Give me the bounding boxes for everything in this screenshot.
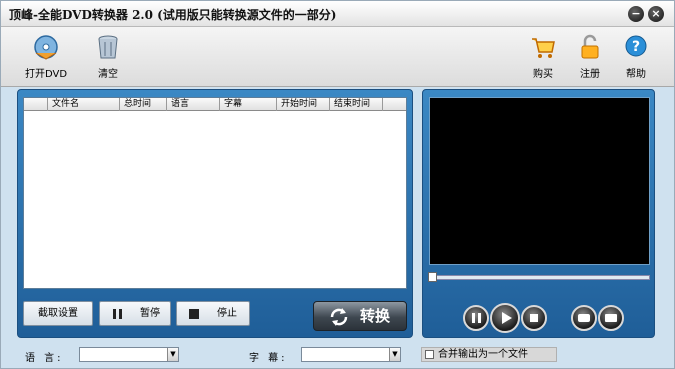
clear-button[interactable]: 清空	[83, 33, 133, 83]
help-label: 帮助	[626, 69, 646, 80]
register-button[interactable]: 注册	[565, 33, 615, 83]
app-window: 顶峰-全能DVD转换器 2.0 (试用版只能转换源文件的一部分) − × 打开D…	[0, 0, 675, 369]
column-header-language[interactable]: 语言	[167, 98, 220, 111]
close-icon[interactable]: ×	[648, 6, 664, 22]
column-header-duration[interactable]: 总时间	[120, 98, 167, 111]
column-header-filename[interactable]: 文件名	[48, 98, 120, 111]
stop-label: 停止	[217, 308, 237, 319]
file-list-header: 文件名 总时间 语言 字幕 开始时间 结束时间	[24, 98, 406, 111]
folder-icon	[605, 314, 617, 322]
player-play-button[interactable]	[490, 303, 520, 333]
chevron-down-icon[interactable]: ▼	[389, 348, 400, 361]
preview-panel	[422, 89, 655, 338]
buy-label: 购买	[533, 69, 553, 80]
column-header-subtitle[interactable]: 字幕	[220, 98, 277, 111]
toolbar: 打开DVD 清空 购买 注册 ? 帮助	[1, 27, 674, 87]
column-header-end-time[interactable]: 结束时间	[330, 98, 383, 111]
options-bar: 语 言: ▼ 字 幕: ▼ 合并输出为一个文件	[1, 341, 674, 369]
stop-icon	[530, 314, 538, 322]
player-stop-button[interactable]	[521, 305, 547, 331]
seek-bar[interactable]	[428, 272, 650, 282]
file-list[interactable]: 文件名 总时间 语言 字幕 开始时间 结束时间	[23, 97, 407, 289]
subtitle-label: 字 幕:	[249, 353, 288, 364]
register-label: 注册	[580, 69, 600, 80]
subtitle-select[interactable]: ▼	[301, 347, 401, 362]
lock-icon	[581, 34, 599, 59]
merge-checkbox[interactable]	[425, 350, 434, 359]
player-pause-button[interactable]	[463, 305, 489, 331]
refresh-icon	[330, 308, 348, 326]
pause-button[interactable]: 暂停	[99, 301, 171, 326]
minimize-icon[interactable]: −	[628, 6, 644, 22]
camera-icon	[578, 314, 590, 322]
action-buttons: 截取设置 暂停 停止 转换	[23, 301, 407, 331]
merge-output-option[interactable]: 合并输出为一个文件	[421, 347, 557, 362]
open-dvd-label: 打开DVD	[24, 69, 68, 80]
capture-settings-label: 截取设置	[38, 308, 78, 319]
merge-label: 合并输出为一个文件	[438, 349, 528, 360]
buy-button[interactable]: 购买	[518, 33, 568, 83]
pause-icon	[113, 309, 116, 319]
snapshot-button[interactable]	[571, 305, 597, 331]
shopping-cart-icon	[532, 38, 555, 58]
help-button[interactable]: ? 帮助	[611, 33, 661, 83]
seek-thumb[interactable]	[428, 272, 437, 282]
pause-label: 暂停	[140, 308, 160, 319]
language-label: 语 言:	[25, 353, 64, 364]
dvd-disc-icon	[34, 35, 58, 60]
svg-text:?: ?	[632, 39, 640, 55]
open-dvd-button[interactable]: 打开DVD	[21, 33, 71, 83]
clear-label: 清空	[98, 69, 118, 80]
video-preview	[429, 97, 650, 265]
open-folder-button[interactable]	[598, 305, 624, 331]
column-header-start-time[interactable]: 开始时间	[277, 98, 330, 111]
column-header-select[interactable]	[24, 98, 48, 111]
window-title: 顶峰-全能DVD转换器 2.0 (试用版只能转换源文件的一部分)	[9, 8, 337, 22]
file-panel: 文件名 总时间 语言 字幕 开始时间 结束时间 截取设置 暂停 停止 转换	[17, 89, 413, 338]
trash-bin-icon	[98, 35, 118, 59]
play-icon	[502, 312, 512, 324]
help-icon: ?	[625, 35, 647, 57]
capture-settings-button[interactable]: 截取设置	[23, 301, 93, 326]
convert-label: 转换	[360, 307, 391, 325]
pause-icon	[472, 313, 475, 323]
title-bar: 顶峰-全能DVD转换器 2.0 (试用版只能转换源文件的一部分) − ×	[1, 1, 674, 27]
language-select[interactable]: ▼	[79, 347, 179, 362]
convert-button[interactable]: 转换	[313, 301, 407, 331]
stop-icon	[189, 309, 199, 319]
stop-button[interactable]: 停止	[176, 301, 250, 326]
chevron-down-icon[interactable]: ▼	[167, 348, 178, 361]
